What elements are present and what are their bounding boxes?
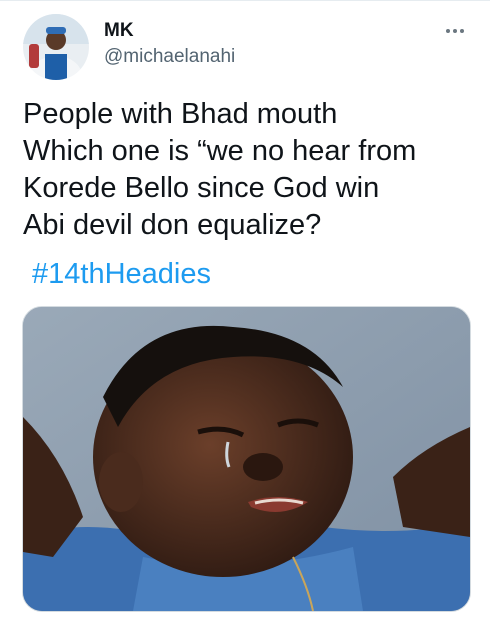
divider <box>0 0 490 1</box>
tweet-text-line: Abi devil don equalize? <box>23 209 322 241</box>
tweet-card: MK @michaelanahi People with Bhad mouth … <box>0 0 490 617</box>
dot <box>453 29 457 33</box>
author-handle[interactable]: @michaelanahi <box>104 46 235 68</box>
dot <box>446 29 450 33</box>
dot <box>460 29 464 33</box>
author-display-name[interactable]: MK <box>104 20 134 42</box>
crying-meme-photo-icon <box>23 307 470 611</box>
tweet-text-line: People with Bhad mouth <box>23 98 338 130</box>
tweet-text-line: Which one is “we no hear from <box>23 135 417 167</box>
tweet-text: People with Bhad mouth Which one is “we … <box>23 96 473 244</box>
hashtag-link[interactable]: #14thHeadies <box>32 256 211 293</box>
tweet-media-photo[interactable] <box>22 306 471 612</box>
tweet-text-line: Korede Bello since God win <box>23 172 380 204</box>
more-options-icon[interactable] <box>440 23 470 39</box>
avatar[interactable] <box>23 14 89 80</box>
profile-photo-icon <box>23 14 89 80</box>
